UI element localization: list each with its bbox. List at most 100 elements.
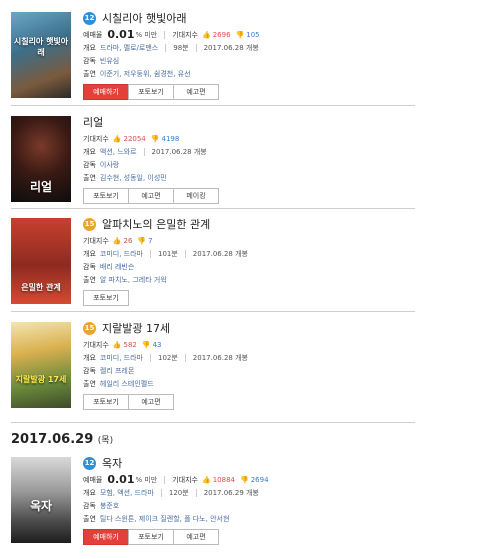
reserve-button[interactable]: 예매하기 bbox=[83, 529, 129, 545]
dislikes-count: 4198 bbox=[161, 134, 180, 143]
expectation-label: 기대지수 bbox=[172, 30, 198, 39]
movie-poster[interactable]: 지랄발광 17세 bbox=[11, 322, 71, 408]
divider bbox=[11, 311, 415, 312]
runtime-text: 102분 bbox=[157, 353, 178, 362]
release-date-text: 2017.06.28 개봉 bbox=[203, 43, 259, 52]
reservation-rate-value: 0.01 bbox=[107, 473, 135, 486]
trailer-button[interactable]: 예고편 bbox=[128, 188, 174, 204]
release-date-text: 2017.06.28 개봉 bbox=[192, 249, 248, 258]
director-label: 감독 bbox=[83, 366, 96, 375]
trailer-button[interactable]: 예고편 bbox=[173, 529, 219, 545]
overview-label: 개요 bbox=[83, 249, 96, 258]
photo-button[interactable]: 포토보기 bbox=[128, 529, 174, 545]
cast-names[interactable]: 알 파치노, 그레타 거윅 bbox=[100, 275, 167, 285]
trailer-button[interactable]: 예고편 bbox=[173, 84, 219, 100]
overview-label: 개요 bbox=[83, 488, 96, 497]
photo-button[interactable]: 포토보기 bbox=[83, 290, 129, 306]
dislikes-count: 7 bbox=[148, 236, 153, 245]
cast-names[interactable]: 틸다 스윈튼, 제이크 질렌할, 폴 다노, 안서현 bbox=[100, 514, 230, 524]
overview-label: 개요 bbox=[83, 353, 96, 362]
divider bbox=[11, 208, 415, 209]
movie-info: 12 시칠리아 햇빛아래 예매율 0.01 % 미만 기대지수 👍 2696 👎 1… bbox=[83, 10, 413, 100]
dislikes-count: 43 bbox=[152, 340, 162, 349]
expectation-label: 기대지수 bbox=[83, 340, 109, 349]
poster-title-text: 지랄발광 17세 bbox=[15, 375, 67, 384]
cast-label: 출연 bbox=[83, 275, 96, 284]
cast-label: 출연 bbox=[83, 514, 96, 523]
movie-poster[interactable]: 시칠리아 햇빛아래 bbox=[11, 12, 71, 98]
divider bbox=[11, 422, 415, 423]
cast-label: 출연 bbox=[83, 173, 96, 182]
genre-text: 액션, 느와르 bbox=[99, 147, 137, 156]
director-name[interactable]: 배리 레빈슨 bbox=[100, 262, 134, 272]
release-date: 2017.06.29 bbox=[11, 432, 94, 447]
thumbs-up-icon: 👍 bbox=[112, 340, 122, 349]
genre-text: 모험, 액션, 드라마 bbox=[99, 488, 154, 497]
likes-count: 2696 bbox=[212, 30, 231, 39]
likes-count: 22054 bbox=[123, 134, 146, 143]
thumbs-down-icon: 👎 bbox=[150, 134, 160, 143]
movie-poster[interactable]: 리얼 bbox=[11, 116, 71, 202]
likes-count: 582 bbox=[123, 340, 137, 349]
thumbs-up-icon: 👍 bbox=[202, 30, 211, 39]
director-label: 감독 bbox=[83, 160, 96, 169]
likes-count: 26 bbox=[123, 236, 133, 245]
movie-poster[interactable]: 은밀한 관계 bbox=[11, 218, 71, 304]
thumbs-up-icon: 👍 bbox=[112, 236, 122, 245]
reservation-rate-suffix: % 미만 bbox=[135, 475, 158, 484]
director-label: 감독 bbox=[83, 501, 96, 510]
director-label: 감독 bbox=[83, 56, 96, 65]
poster-title-text: 옥자 bbox=[29, 499, 53, 513]
reservation-rate-label: 예매율 bbox=[83, 30, 103, 39]
release-date-text: 2017.06.28 개봉 bbox=[151, 147, 207, 156]
movie-title[interactable]: 리얼 bbox=[83, 114, 103, 130]
photo-button[interactable]: 포토보기 bbox=[83, 394, 129, 410]
making-button[interactable]: 메이킹 bbox=[173, 188, 219, 204]
reserve-button[interactable]: 예매하기 bbox=[83, 84, 129, 100]
director-label: 감독 bbox=[83, 262, 96, 271]
movie-poster[interactable]: 옥자 bbox=[11, 457, 71, 543]
runtime-text: 98분 bbox=[173, 43, 189, 52]
director-name[interactable]: 켈리 프레몬 bbox=[100, 366, 134, 376]
movie-info: 15 지랄발광 17세 기대지수 👍 582 👎 43 개요 코미디, 드라마 10… bbox=[83, 320, 413, 410]
expectation-label: 기대지수 bbox=[83, 236, 109, 245]
movie-title[interactable]: 옥자 bbox=[102, 455, 122, 471]
cast-names[interactable]: 이준기, 저우둥위, 쉼경천, 유선 bbox=[100, 69, 191, 79]
genre-text: 코미디, 드라마 bbox=[99, 353, 143, 362]
age-rating-badge: 15 bbox=[83, 321, 96, 335]
genre-text: 드라마, 멜로/로맨스 bbox=[99, 43, 159, 52]
age-rating-badge: 12 bbox=[83, 456, 96, 470]
photo-button[interactable]: 포토보기 bbox=[128, 84, 174, 100]
cast-names[interactable]: 헤일리 스테인펠드 bbox=[100, 379, 154, 389]
thumbs-up-icon: 👍 bbox=[202, 475, 211, 484]
cast-label: 출연 bbox=[83, 69, 96, 78]
poster-title-text: 은밀한 관계 bbox=[21, 283, 61, 292]
release-date-text: 2017.06.29 개봉 bbox=[203, 488, 259, 497]
director-name[interactable]: 봉준호 bbox=[100, 501, 119, 511]
movie-release-list: 시칠리아 햇빛아래 12 시칠리아 햇빛아래 예매율 0.01 % 미만 기대지… bbox=[0, 0, 500, 559]
release-day: (목) bbox=[97, 436, 114, 446]
expectation-label: 기대지수 bbox=[83, 134, 109, 143]
genre-text: 코미디, 드라마 bbox=[99, 249, 143, 258]
trailer-button[interactable]: 예고편 bbox=[128, 394, 174, 410]
movie-title[interactable]: 시칠리아 햇빛아래 bbox=[102, 10, 186, 26]
thumbs-up-icon: 👍 bbox=[112, 134, 122, 143]
release-date-header: 2017.06.29 (목) bbox=[11, 432, 113, 447]
expectation-label: 기대지수 bbox=[172, 475, 198, 484]
age-rating-badge: 12 bbox=[83, 11, 96, 25]
photo-button[interactable]: 포토보기 bbox=[83, 188, 129, 204]
director-name[interactable]: 이사랑 bbox=[100, 160, 119, 170]
reservation-rate-label: 예매율 bbox=[83, 475, 103, 484]
dislikes-count: 105 bbox=[246, 30, 260, 39]
movie-title[interactable]: 지랄발광 17세 bbox=[102, 320, 170, 336]
dislikes-count: 2694 bbox=[250, 475, 269, 484]
age-rating-badge: 15 bbox=[83, 217, 96, 231]
thumbs-down-icon: 👎 bbox=[137, 236, 147, 245]
cast-names[interactable]: 김수현, 성동일, 이성민 bbox=[100, 173, 167, 183]
movie-info: 12 옥자 예매율 0.01 % 미만 기대지수 👍 10884 👎 2694 개요… bbox=[83, 455, 413, 545]
director-name[interactable]: 빈유심 bbox=[100, 56, 119, 66]
movie-info: 15 알파치노의 은밀한 관계 기대지수 👍 26 👎 7 개요 코미디, 드라마 … bbox=[83, 216, 413, 306]
thumbs-down-icon: 👎 bbox=[240, 475, 249, 484]
movie-title[interactable]: 알파치노의 은밀한 관계 bbox=[102, 216, 210, 232]
overview-label: 개요 bbox=[83, 147, 96, 156]
